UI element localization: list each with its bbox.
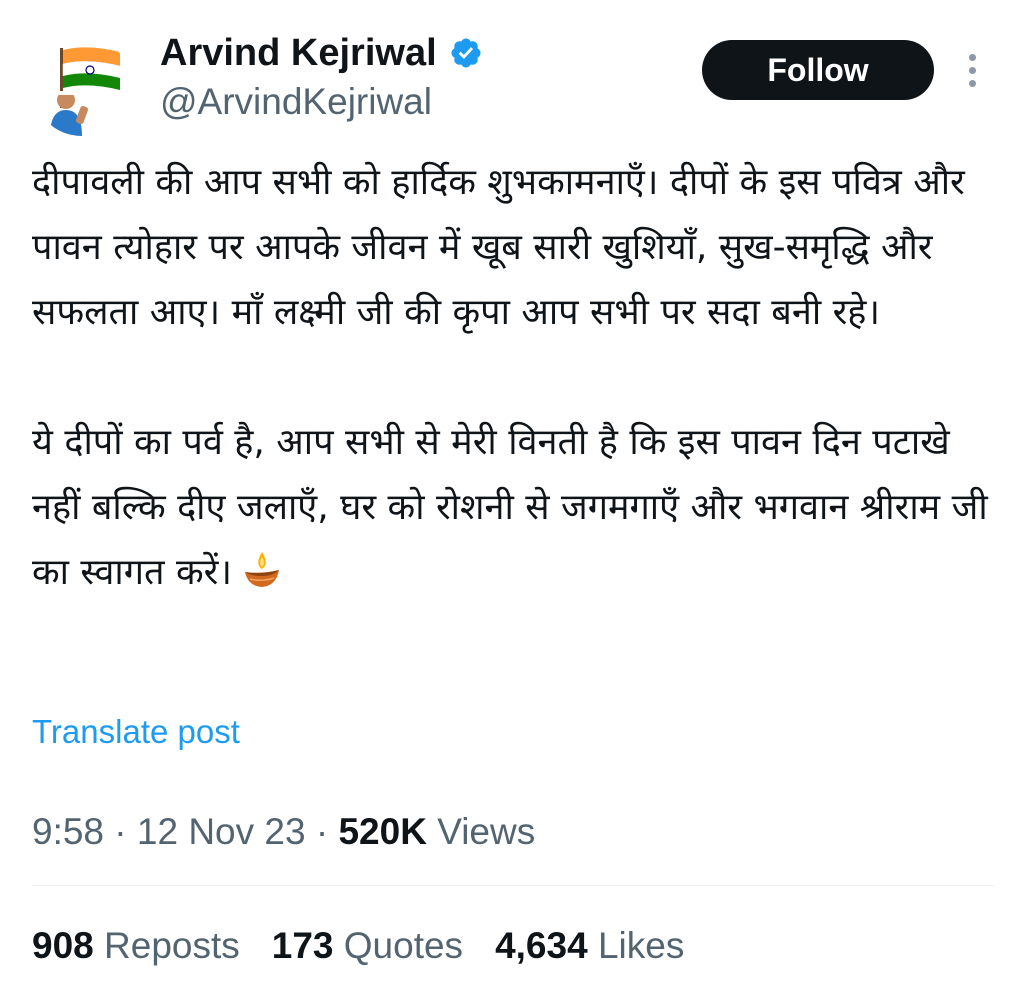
author-handle[interactable]: @ArvindKejriwal — [160, 80, 432, 124]
likes-label: Likes — [597, 925, 685, 966]
diya-lamp-icon — [242, 546, 282, 587]
quotes-count: 173 — [271, 925, 334, 966]
author-name-row: Arvind Kejriwal — [160, 30, 483, 76]
avatar-flag-icon — [32, 36, 132, 136]
tweet-header: Arvind Kejriwal @ArvindKejriwal Follow — [0, 0, 1024, 140]
likes-count: 4,634 — [495, 925, 588, 966]
tweet-paragraph-1: दीपावली की आप सभी को हार्दिक शुभकामनाएँ।… — [32, 162, 977, 333]
likes-stat[interactable]: 4,634 Likes — [495, 924, 684, 968]
tweet-date[interactable]: 12 Nov 23 — [137, 811, 306, 852]
follow-button[interactable]: Follow — [702, 40, 934, 100]
quotes-label: Quotes — [343, 925, 464, 966]
tweet-time[interactable]: 9:58 — [32, 811, 104, 852]
translate-post-link[interactable]: Translate post — [32, 712, 240, 752]
tweet-meta: 9:58 · 12 Nov 23 · 520K Views — [32, 810, 535, 854]
meta-separator: · — [315, 811, 329, 852]
author-avatar[interactable] — [32, 36, 132, 136]
reposts-count: 908 — [32, 925, 94, 966]
vertical-ellipsis-icon[interactable] — [958, 48, 988, 92]
tweet-paragraph-2: ये दीपों का पर्व है, आप सभी से मेरी विनत… — [32, 410, 992, 605]
verified-badge-icon — [449, 36, 483, 70]
divider — [32, 885, 994, 886]
meta-separator: · — [114, 811, 127, 852]
tweet-paragraph-2-text: ये दीपों का पर्व है, आप सभी से मेरी विनत… — [32, 422, 1000, 593]
author-display-name[interactable]: Arvind Kejriwal — [160, 30, 437, 76]
views-label: Views — [437, 811, 536, 852]
quotes-stat[interactable]: 173 Quotes — [272, 924, 463, 968]
reposts-stat[interactable]: 908 Reposts — [32, 924, 240, 968]
tweet-text: दीपावली की आप सभी को हार्दिक शुभकामनाएँ।… — [32, 150, 992, 605]
reposts-label: Reposts — [104, 925, 240, 966]
engagement-stats: 908 Reposts 173 Quotes 4,634 Likes — [32, 924, 716, 968]
views-count: 520K — [338, 811, 427, 852]
